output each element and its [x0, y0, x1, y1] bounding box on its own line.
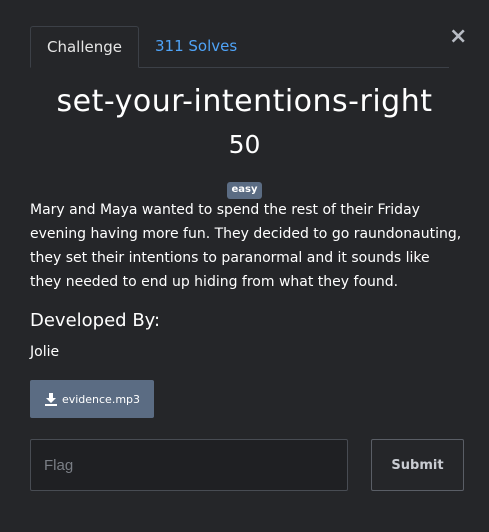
file-download-button[interactable]: evidence.mp3	[30, 380, 154, 418]
developed-by-heading: Developed By:	[30, 310, 161, 331]
developer-name: Jolie	[30, 344, 60, 360]
challenge-description: Mary and Maya wanted to spend the rest o…	[30, 202, 462, 290]
submit-button[interactable]: Submit	[371, 439, 464, 491]
challenge-points: 50	[228, 130, 261, 159]
close-button[interactable]: ×	[449, 26, 467, 48]
tab-challenge[interactable]: Challenge	[30, 26, 139, 68]
close-icon: ×	[449, 24, 468, 49]
challenge-title: set-your-intentions-right	[56, 84, 433, 119]
file-name: evidence.mp3	[61, 392, 141, 406]
difficulty-badge: easy	[227, 182, 262, 199]
download-icon	[44, 392, 58, 406]
badge-container: easy	[0, 177, 489, 199]
challenge-modal: × Challenge 311 Solves set-your-intentio…	[0, 0, 489, 532]
tab-bar: Challenge 311 Solves	[30, 26, 449, 68]
flag-input[interactable]	[30, 439, 348, 491]
tab-solves[interactable]: 311 Solves	[139, 26, 253, 66]
